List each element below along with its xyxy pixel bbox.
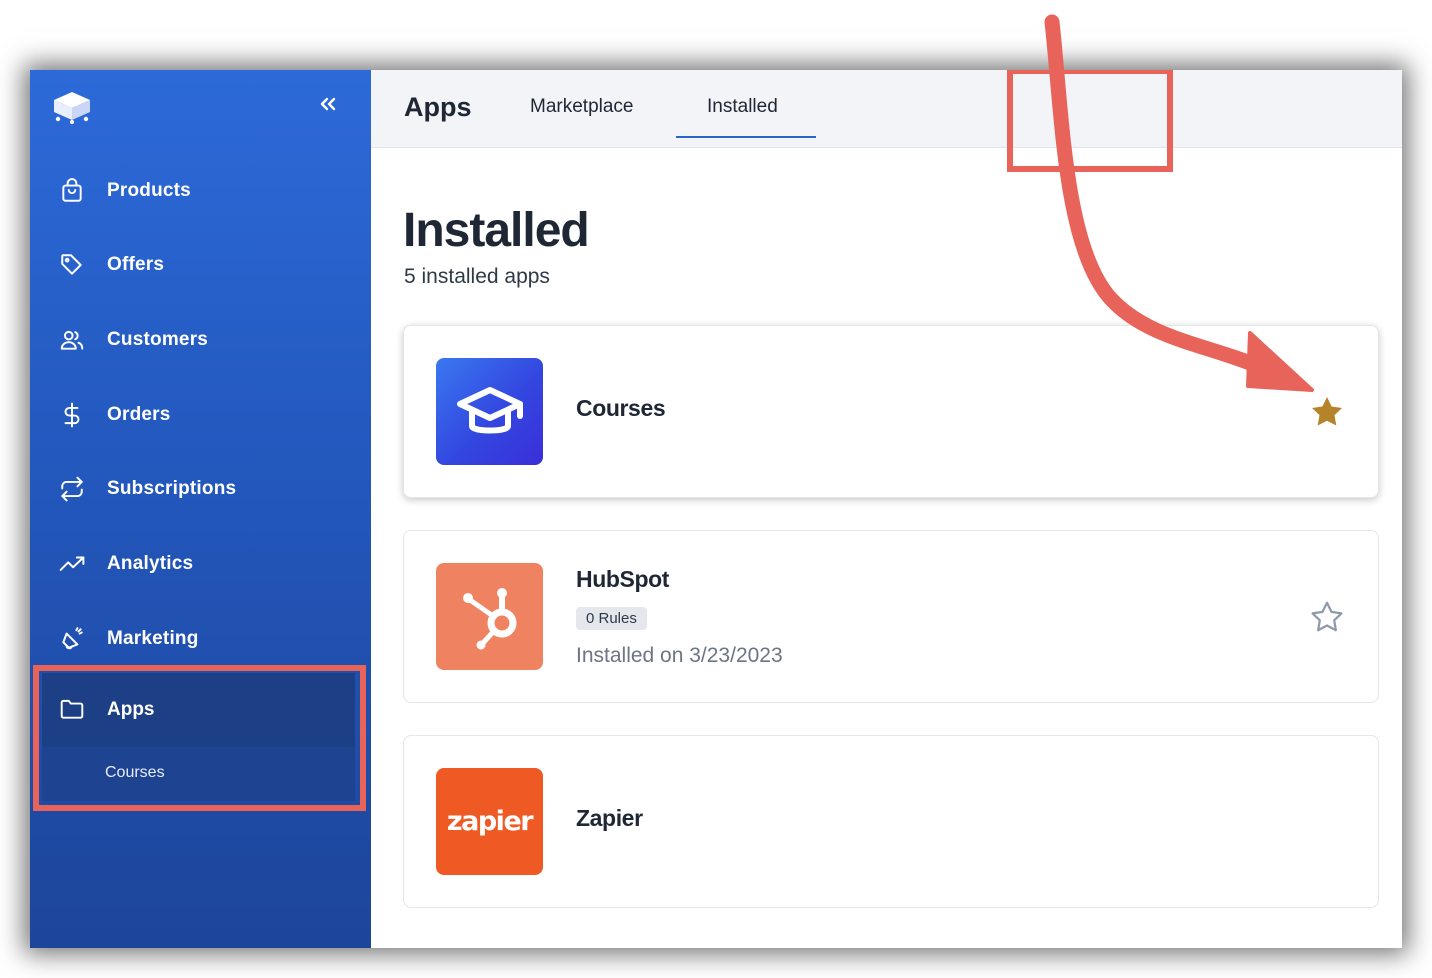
app-name: Zapier bbox=[576, 805, 643, 831]
app-name: Courses bbox=[576, 395, 666, 421]
sidebar-item-analytics[interactable]: Analytics bbox=[30, 534, 371, 594]
sidebar-item-label: Apps bbox=[107, 699, 155, 720]
shopping-bag-icon bbox=[58, 177, 86, 205]
sidebar-item-marketing[interactable]: Marketing bbox=[30, 609, 371, 669]
sidebar-item-label: Customers bbox=[107, 329, 209, 350]
star-filled-icon[interactable] bbox=[1309, 394, 1345, 430]
sidebar-subitem-courses[interactable]: Courses bbox=[42, 747, 355, 801]
repeat-icon bbox=[58, 475, 86, 503]
app-card-hubspot[interactable]: HubSpot 0 Rules Installed on 3/23/2023 bbox=[403, 530, 1379, 703]
sidebar-item-label: Products bbox=[107, 180, 191, 201]
top-header: Apps Marketplace Installed bbox=[371, 70, 1402, 172]
sidebar-item-customers[interactable]: Customers bbox=[30, 310, 371, 370]
app-card-courses[interactable]: Courses bbox=[403, 325, 1379, 498]
page-header-title: Apps bbox=[404, 92, 472, 122]
tab-installed[interactable]: Installed bbox=[707, 96, 778, 118]
users-icon bbox=[58, 326, 86, 354]
hubspot-logo-icon bbox=[436, 563, 543, 670]
highlight-box-installed-tab bbox=[1007, 70, 1173, 172]
app-name: HubSpot bbox=[576, 566, 670, 592]
sidebar-item-label: Analytics bbox=[107, 553, 194, 574]
folder-icon bbox=[58, 696, 86, 727]
page-title: Installed bbox=[403, 204, 590, 257]
sidebar-item-label: Subscriptions bbox=[107, 478, 237, 499]
collapse-sidebar-icon[interactable] bbox=[316, 92, 340, 116]
tag-icon bbox=[58, 251, 86, 279]
rules-badge: 0 Rules bbox=[576, 607, 647, 630]
sidebar-item-offers[interactable]: Offers bbox=[30, 235, 371, 295]
star-outline-icon[interactable] bbox=[1309, 599, 1345, 635]
tab-marketplace[interactable]: Marketplace bbox=[530, 96, 634, 118]
installed-date: Installed on 3/23/2023 bbox=[576, 644, 783, 667]
sidebar-item-label: Marketing bbox=[107, 628, 199, 649]
sidebar-item-label: Orders bbox=[107, 404, 171, 425]
active-tab-indicator bbox=[676, 136, 816, 138]
sidebar-item-label: Offers bbox=[107, 254, 165, 275]
app-window: Products Offers Customers Orders Subscri… bbox=[30, 70, 1402, 948]
brand-logo-icon[interactable] bbox=[50, 88, 94, 124]
zapier-logo-icon: zapier bbox=[436, 768, 543, 875]
zapier-logo-text: zapier bbox=[446, 806, 534, 837]
sidebar: Products Offers Customers Orders Subscri… bbox=[30, 70, 371, 948]
sidebar-item-orders[interactable]: Orders bbox=[30, 385, 371, 445]
graduation-cap-icon bbox=[436, 358, 543, 465]
dollar-icon bbox=[58, 401, 86, 429]
megaphone-icon bbox=[58, 625, 86, 653]
sidebar-apps-group: Apps Courses bbox=[42, 673, 355, 801]
trending-up-icon bbox=[58, 550, 86, 578]
sidebar-subitem-label: Courses bbox=[105, 764, 165, 781]
sidebar-item-apps[interactable]: Apps bbox=[42, 673, 355, 747]
sidebar-item-subscriptions[interactable]: Subscriptions bbox=[30, 459, 371, 519]
installed-count: 5 installed apps bbox=[404, 265, 550, 288]
sidebar-item-products[interactable]: Products bbox=[30, 161, 371, 221]
app-card-zapier[interactable]: zapier Zapier bbox=[403, 735, 1379, 908]
